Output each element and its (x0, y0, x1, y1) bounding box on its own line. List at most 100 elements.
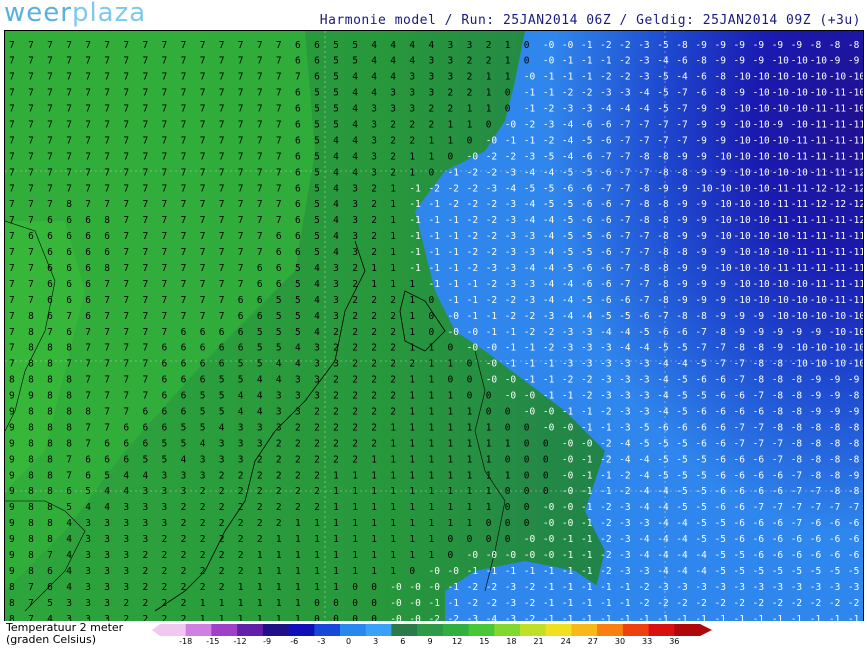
temperature-value: -2 (524, 327, 535, 338)
temperature-value: 1 (352, 502, 358, 513)
temperature-value: -3 (486, 263, 497, 274)
temperature-value: 6 (219, 359, 225, 370)
temperature-value: -3 (505, 199, 516, 210)
temperature-value: 7 (238, 247, 244, 258)
temperature-value: 8 (28, 375, 34, 386)
temperature-value: 3 (85, 566, 91, 577)
temperature-value: 7 (9, 311, 15, 322)
temperature-value: 8 (47, 534, 53, 545)
temperature-value: 7 (104, 391, 110, 402)
temperature-value: 4 (371, 88, 377, 99)
temperature-value: 2 (238, 566, 244, 577)
temperature-value: 3 (333, 263, 339, 274)
temperature-value: 2 (143, 614, 149, 621)
temperature-value: 6 (257, 295, 263, 306)
temperature-value: 7 (143, 183, 149, 194)
temperature-value: -1 (657, 614, 669, 621)
temperature-value: 7 (9, 263, 15, 274)
temperature-value: -7 (848, 502, 859, 513)
temperature-value: 6 (314, 72, 320, 83)
temperature-value: 6 (295, 183, 301, 194)
temperature-value: -11 (791, 215, 808, 226)
temperature-value: 0 (429, 311, 435, 322)
temperature-value: 7 (276, 72, 282, 83)
temperature-value: -2 (848, 598, 859, 609)
temperature-value: 7 (162, 263, 168, 274)
temperature-value: -10 (715, 215, 732, 226)
temperature-value: 1 (352, 486, 358, 497)
temperature-value: -0 (409, 582, 421, 593)
temperature-value: 7 (162, 56, 168, 67)
temperature-value: -8 (753, 343, 765, 354)
temperature-value: -4 (657, 359, 669, 370)
temperature-value: -1 (562, 72, 574, 83)
temperature-value: 7 (238, 88, 244, 99)
temperature-value: 4 (181, 454, 187, 465)
temperature-value: -0 (505, 120, 517, 131)
temperature-value: 7 (9, 199, 15, 210)
temperature-value: -3 (638, 518, 649, 529)
temperature-value: -7 (638, 231, 649, 242)
temperature-value: 1 (467, 407, 473, 418)
weerplaza-logo[interactable]: weerplaza (4, 0, 146, 28)
temperature-value: -11 (791, 151, 808, 162)
temperature-value: 7 (85, 391, 91, 402)
temperature-value: 7 (47, 72, 53, 83)
temperature-value: -2 (429, 614, 440, 621)
temperature-value: 7 (66, 72, 72, 83)
temperature-value: -9 (695, 215, 707, 226)
temperature-value: 7 (219, 56, 225, 67)
temperature-value: -0 (543, 56, 555, 67)
temperature-value: 2 (123, 598, 129, 609)
temperature-value: -3 (505, 247, 516, 258)
temperature-value: -10 (753, 279, 770, 290)
temperature-value: 5 (143, 454, 149, 465)
temperature-value: -2 (448, 183, 459, 194)
temperature-value: -9 (695, 295, 707, 306)
temperature-value: -1 (581, 407, 593, 418)
temperature-value: 2 (238, 534, 244, 545)
temperature-value: -11 (810, 215, 827, 226)
temperature-value: -0 (524, 407, 536, 418)
temperature-value: -5 (676, 486, 687, 497)
temperature-value: -8 (657, 295, 669, 306)
temperature-value: 7 (162, 151, 168, 162)
temperature-value: 1 (486, 454, 492, 465)
temperature-value: 0 (505, 88, 511, 99)
temperature-value: -9 (695, 279, 707, 290)
temperature-value: -9 (695, 40, 707, 51)
temperature-value: 1 (467, 486, 473, 497)
temperature-value: 1 (390, 438, 396, 449)
temperature-value: 1 (467, 438, 473, 449)
temperature-value: 8 (47, 454, 53, 465)
temperature-value: -7 (619, 279, 630, 290)
temperature-value: 8 (28, 359, 34, 370)
temperature-value: 2 (333, 391, 339, 402)
temperature-value: 4 (66, 566, 72, 577)
temperature-value: 8 (66, 391, 72, 402)
temperature-value: 6 (276, 247, 282, 258)
temperature-value: 1 (352, 566, 358, 577)
temperature-value: -11 (848, 120, 863, 131)
temperature-value: 7 (9, 231, 15, 242)
temperature-value: 1 (448, 470, 454, 481)
temperature-value: 2 (314, 423, 320, 434)
temperature-value: -11 (791, 231, 808, 242)
temperature-value: 8 (47, 486, 53, 497)
temperature-value: 7 (85, 104, 91, 115)
temperature-value: -7 (772, 502, 783, 513)
temperature-value: -1 (600, 423, 612, 434)
temperature-value: 7 (66, 40, 72, 51)
temperature-value: -5 (581, 295, 592, 306)
temperature-value: -2 (772, 598, 783, 609)
temperature-value: 6 (85, 311, 91, 322)
temperature-value: -6 (734, 454, 746, 465)
temperature-value: -6 (829, 534, 841, 545)
temperature-value: -11 (829, 231, 846, 242)
temperature-value: -8 (695, 311, 707, 322)
temperature-value: 2 (314, 438, 320, 449)
temperature-value: 8 (47, 470, 53, 481)
temperature-value: 7 (47, 120, 53, 131)
temperature-value: -10 (715, 263, 732, 274)
temperature-value: -9 (657, 183, 669, 194)
